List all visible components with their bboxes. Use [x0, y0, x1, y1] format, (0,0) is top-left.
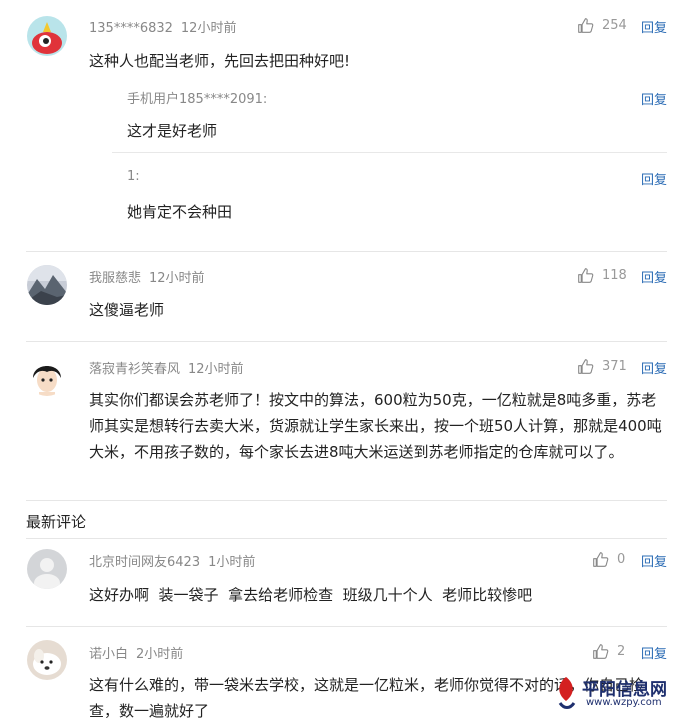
reply-text: 这才是好老师	[127, 122, 218, 140]
avatar[interactable]	[27, 640, 67, 680]
comment-time: 2小时前	[136, 647, 184, 662]
comment-text: 其实你们都误会苏老师了！按文中的算法，600粒为50克，一亿粒就是8吨多重，苏老…	[89, 391, 662, 461]
reply-button[interactable]: 回复	[641, 17, 667, 36]
like-count: 118	[602, 268, 627, 283]
comment-meta: 我服慈悲 12小时前	[89, 267, 205, 286]
section-title-latest: 最新评论	[26, 513, 87, 531]
reply-button[interactable]: 回复	[641, 89, 667, 108]
like-count: 254	[602, 18, 627, 33]
like-button[interactable]: 371	[577, 358, 627, 375]
watermark-logo-icon	[558, 677, 576, 709]
avatar[interactable]	[27, 356, 67, 396]
reply-button[interactable]: 回复	[641, 267, 667, 286]
reply-text: 她肯定不会种田	[127, 203, 233, 221]
comment-meta: 诺小白 2小时前	[89, 643, 183, 662]
watermark-url: www.wzpy.com	[586, 697, 662, 708]
reply-username[interactable]: 1:	[127, 169, 140, 184]
comment-text: 这傻逼老师	[89, 301, 165, 319]
white-dog-avatar-icon	[27, 640, 67, 680]
reply-divider	[112, 152, 667, 153]
reply-button[interactable]: 回复	[641, 169, 667, 188]
comment-text: 这种人也配当老师，先回去把田种好吧!	[89, 52, 351, 70]
avatar[interactable]	[27, 265, 67, 305]
thumbs-up-icon	[578, 359, 594, 374]
comment-username[interactable]: 135****6832	[89, 21, 173, 36]
comment-username[interactable]: 我服慈悲	[89, 271, 141, 286]
comment-username[interactable]: 北京时间网友6423	[89, 555, 200, 570]
comment-username[interactable]: 落寂青衫笑春风	[89, 362, 180, 377]
comment-divider	[26, 341, 667, 342]
thumbs-up-icon	[578, 268, 594, 283]
reply-button[interactable]: 回复	[641, 643, 667, 662]
like-button[interactable]: 254	[577, 17, 627, 34]
like-button[interactable]: 118	[577, 267, 627, 284]
thumbs-up-icon	[578, 18, 594, 33]
comment-time: 12小时前	[149, 271, 205, 286]
default-gray-user-avatar-icon	[27, 549, 67, 589]
avatar[interactable]	[27, 16, 67, 56]
comment-time: 12小时前	[188, 362, 244, 377]
comment-meta: 北京时间网友6423 1小时前	[89, 551, 255, 570]
comment-username[interactable]: 诺小白	[89, 647, 128, 662]
thumbs-up-icon	[593, 552, 609, 567]
like-button[interactable]: 0	[592, 551, 625, 568]
comment-divider	[26, 251, 667, 252]
anime-boy-avatar-icon	[27, 356, 67, 396]
comment-meta: 落寂青衫笑春风 12小时前	[89, 358, 244, 377]
reply-button[interactable]: 回复	[641, 551, 667, 570]
site-watermark: 平阳信息网 www.wzpy.com	[552, 673, 687, 719]
comment-divider	[26, 626, 667, 627]
comment-time: 1小时前	[208, 555, 256, 570]
reply-button[interactable]: 回复	[641, 358, 667, 377]
like-count: 0	[617, 552, 626, 567]
thumbs-up-icon	[593, 644, 609, 659]
comment-divider	[26, 500, 667, 501]
reply-username[interactable]: 手机用户185****2091:	[127, 88, 267, 107]
avatar[interactable]	[27, 549, 67, 589]
like-count: 371	[602, 359, 627, 374]
like-button[interactable]: 2	[592, 643, 625, 660]
red-cartoon-monster-avatar-icon	[27, 16, 67, 56]
comment-text: 这好办啊 装一袋子 拿去给老师检查 班级几十个人 老师比较惨吧	[89, 586, 533, 604]
mountain-landscape-avatar-icon	[27, 265, 67, 305]
comment-meta: 135****6832 12小时前	[89, 17, 236, 36]
like-count: 2	[617, 644, 626, 659]
section-divider	[26, 538, 667, 539]
comment-time: 12小时前	[180, 21, 237, 36]
